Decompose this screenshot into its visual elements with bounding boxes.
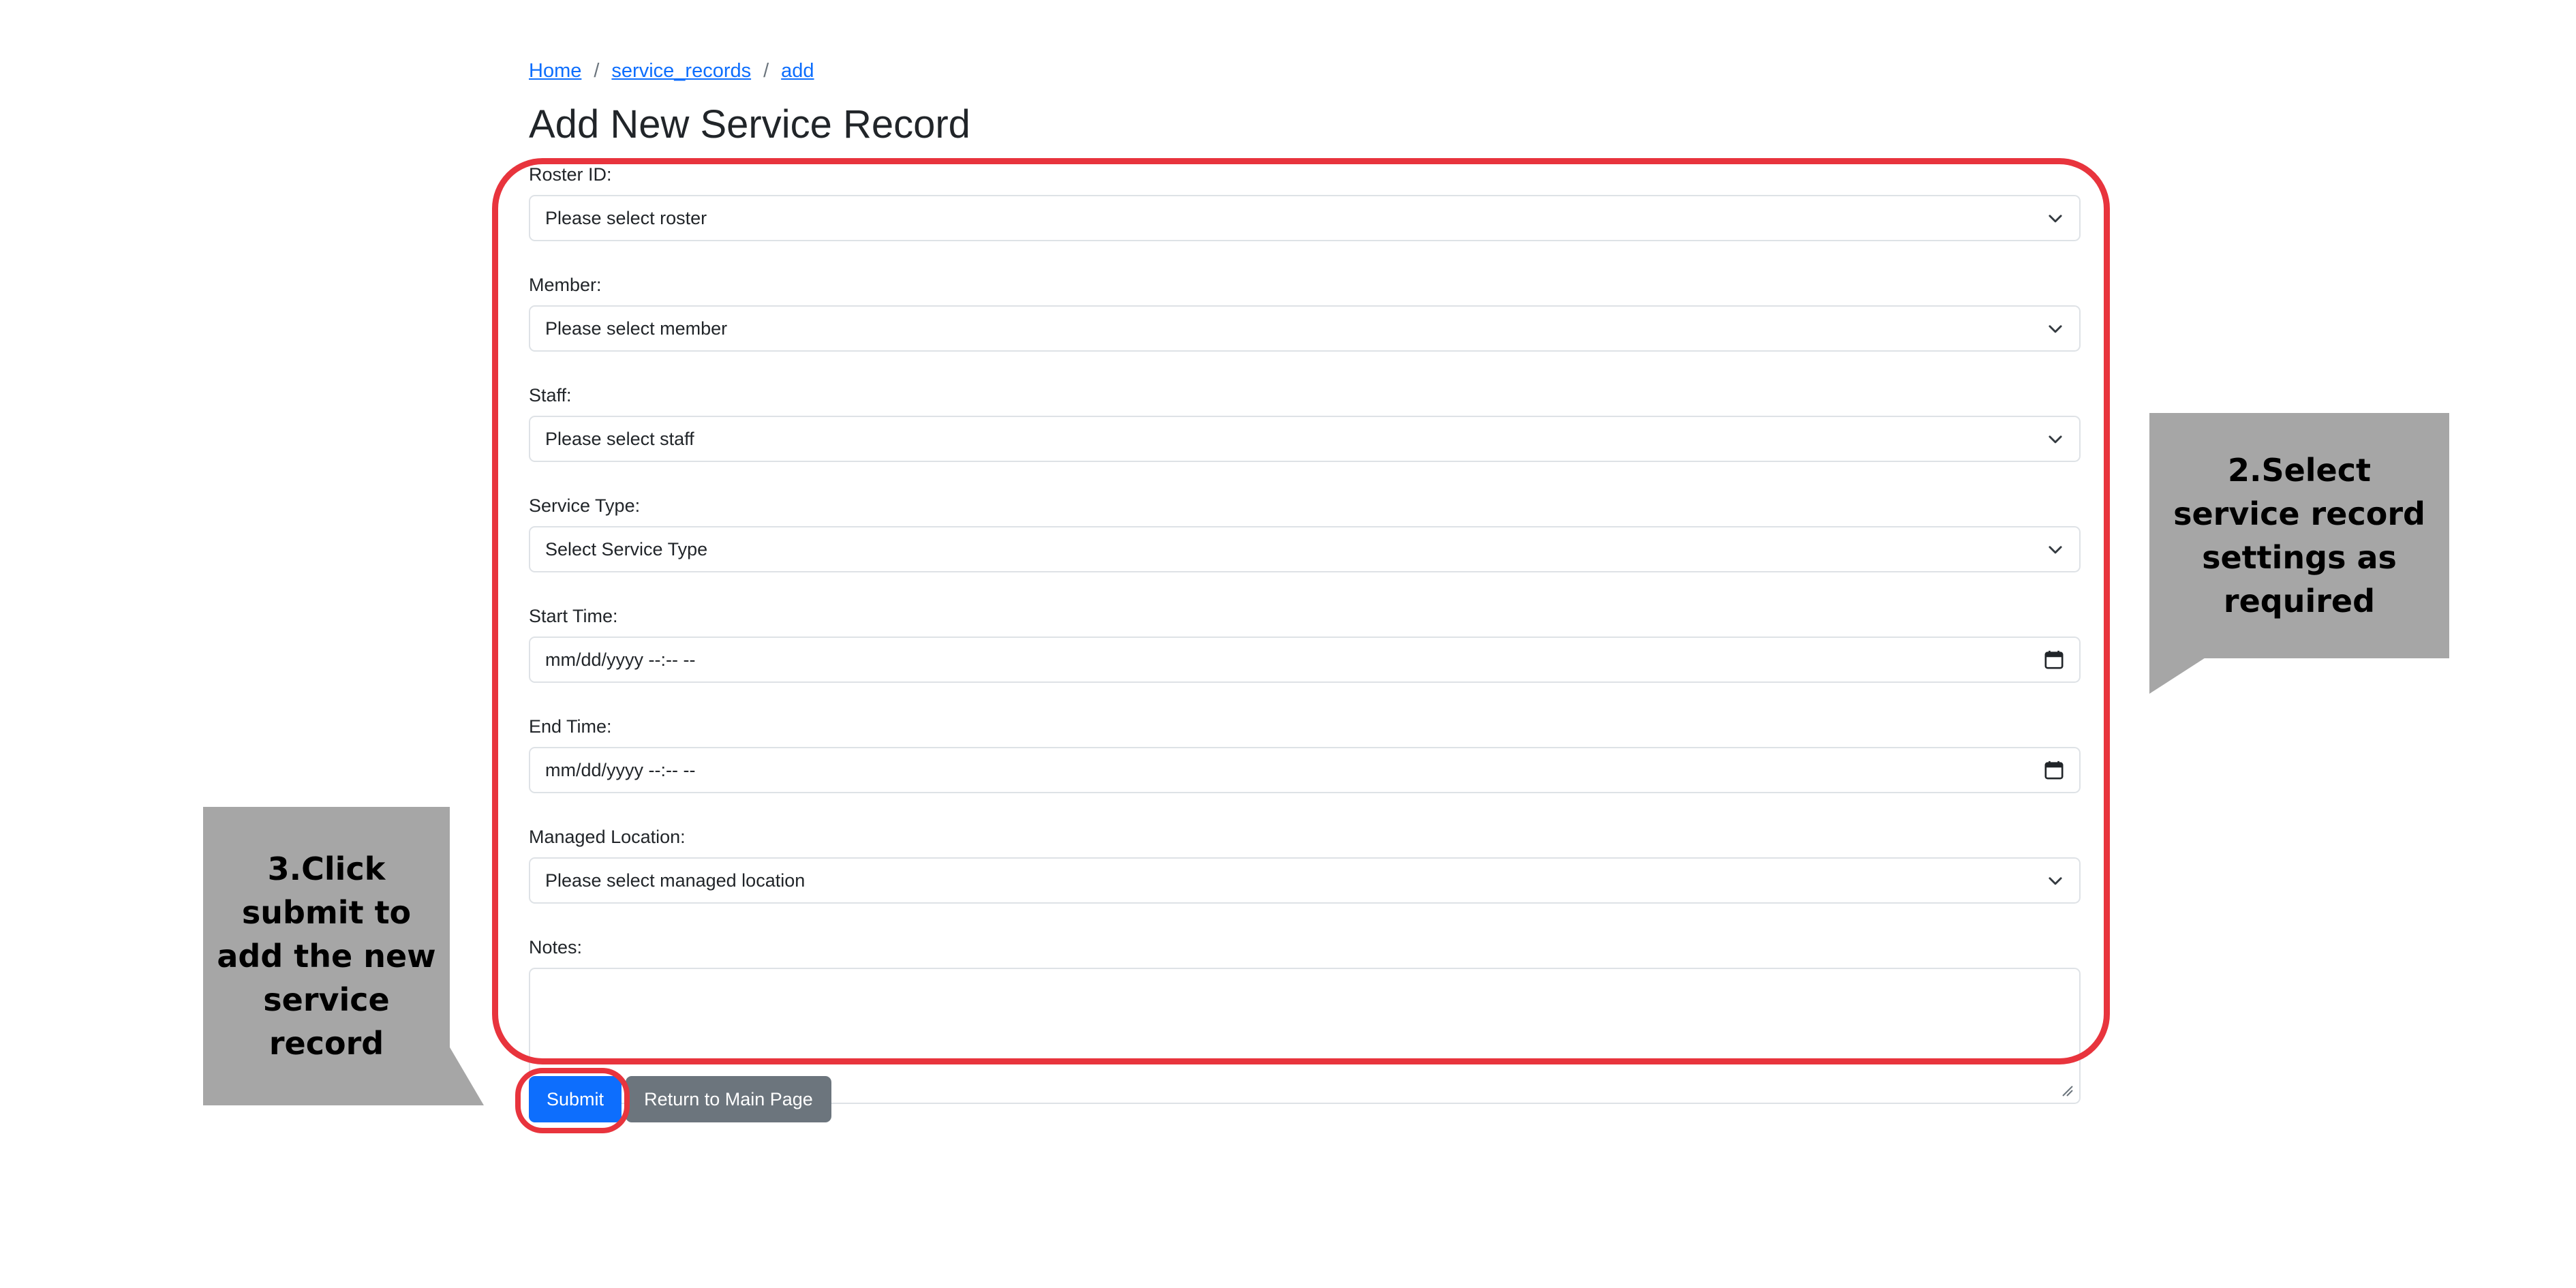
roster-field: Roster ID: Please select roster — [529, 161, 2081, 241]
member-select[interactable]: Please select member — [529, 305, 2081, 352]
breadcrumb: Home / service_records / add — [529, 60, 814, 82]
service-type-label: Service Type: — [529, 495, 641, 516]
submit-button[interactable]: Submit — [529, 1076, 622, 1122]
breadcrumb-service-records-link[interactable]: service_records — [611, 60, 751, 82]
start-time-label: Start Time: — [529, 606, 618, 626]
staff-select[interactable]: Please select staff — [529, 416, 2081, 462]
callout-left-tail — [447, 1043, 484, 1105]
step3-annotation-text: 3.Click submit to add the new service re… — [217, 850, 436, 1062]
form-actions: Submit Return to Main Page — [529, 1076, 831, 1122]
calendar-icon[interactable] — [2044, 760, 2064, 780]
start-time-field: Start Time: mm/dd/yyyy --:-- -- — [529, 602, 2081, 683]
service-type-select[interactable]: Select Service Type — [529, 526, 2081, 572]
service-record-form: Roster ID: Please select roster Member: … — [529, 161, 2081, 1104]
breadcrumb-separator: / — [594, 60, 600, 82]
start-time-value: mm/dd/yyyy --:-- -- — [545, 649, 696, 670]
service-type-select-value: Select Service Type — [545, 538, 708, 559]
roster-select-value: Please select roster — [545, 207, 707, 228]
step2-annotation-text: 2.Select service record settings as requ… — [2173, 452, 2425, 619]
page-title: Add New Service Record — [529, 102, 970, 147]
resize-grip-icon[interactable] — [2060, 1084, 2074, 1097]
managed-location-select[interactable]: Please select managed location — [529, 857, 2081, 904]
end-time-field: End Time: mm/dd/yyyy --:-- -- — [529, 713, 2081, 793]
staff-select-value: Please select staff — [545, 428, 694, 449]
end-time-value: mm/dd/yyyy --:-- -- — [545, 759, 696, 780]
callout-right-tail — [2149, 654, 2211, 694]
managed-location-field: Managed Location: Please select managed … — [529, 823, 2081, 904]
staff-label: Staff: — [529, 385, 572, 405]
managed-location-select-value: Please select managed location — [545, 870, 806, 891]
member-field: Member: Please select member — [529, 271, 2081, 352]
end-time-label: End Time: — [529, 716, 612, 737]
managed-location-label: Managed Location: — [529, 827, 686, 847]
return-to-main-page-button[interactable]: Return to Main Page — [626, 1076, 831, 1122]
roster-select[interactable]: Please select roster — [529, 195, 2081, 241]
chevron-down-icon — [2049, 325, 2062, 333]
chevron-down-icon — [2049, 215, 2062, 223]
chevron-down-icon — [2049, 877, 2062, 885]
end-time-input[interactable]: mm/dd/yyyy --:-- -- — [529, 747, 2081, 793]
chevron-down-icon — [2049, 435, 2062, 444]
breadcrumb-separator: / — [763, 60, 769, 82]
breadcrumb-add-link[interactable]: add — [781, 60, 814, 82]
breadcrumb-home-link[interactable]: Home — [529, 60, 581, 82]
page: Home / service_records / add Add New Ser… — [0, 0, 2576, 1288]
member-label: Member: — [529, 275, 602, 295]
roster-label: Roster ID: — [529, 164, 612, 185]
start-time-input[interactable]: mm/dd/yyyy --:-- -- — [529, 637, 2081, 683]
calendar-icon[interactable] — [2044, 649, 2064, 670]
notes-label: Notes: — [529, 937, 583, 957]
step2-annotation: 2.Select service record settings as requ… — [2149, 413, 2449, 658]
staff-field: Staff: Please select staff — [529, 382, 2081, 462]
service-type-field: Service Type: Select Service Type — [529, 492, 2081, 572]
step3-annotation: 3.Click submit to add the new service re… — [203, 807, 450, 1105]
member-select-value: Please select member — [545, 318, 728, 339]
chevron-down-icon — [2049, 546, 2062, 554]
